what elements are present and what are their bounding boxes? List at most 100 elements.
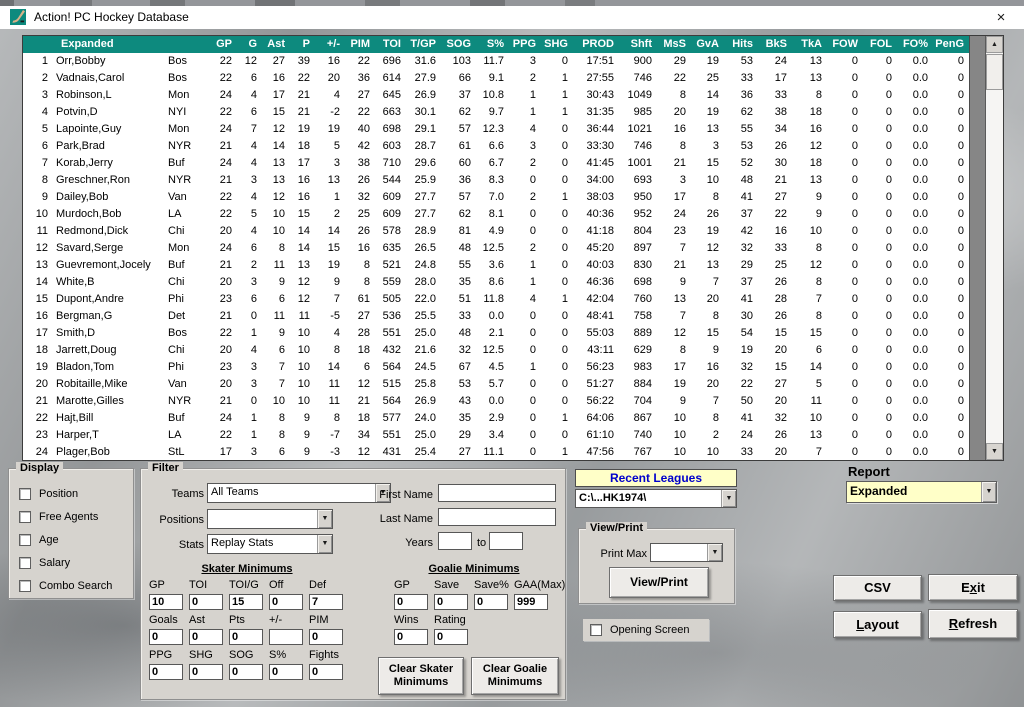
player-row[interactable]: 21Marotte,GillesNYR2101010112156426.9430… (23, 393, 969, 410)
minimum-input-toi-g[interactable] (229, 594, 263, 610)
checkbox[interactable] (19, 488, 31, 500)
display-option-free-agents[interactable]: Free Agents (19, 506, 133, 528)
column-header-g[interactable]: G (238, 36, 263, 53)
column-header-expanded[interactable]: Expanded (23, 36, 208, 53)
checkbox[interactable] (19, 511, 31, 523)
player-row[interactable]: 13Guevremont,JocelyBuf212111319852124.85… (23, 257, 969, 274)
refresh-button[interactable]: Refresh (928, 609, 1018, 639)
column-header-mss[interactable]: MsS (658, 36, 692, 53)
scroll-up-button[interactable]: ▲ (986, 36, 1003, 53)
minimum-input-sog[interactable] (229, 664, 263, 680)
column-header-prod[interactable]: PROD (574, 36, 620, 53)
chevron-down-icon[interactable]: ▼ (317, 510, 332, 528)
clear-goalie-minimums-button[interactable]: Clear Goalie Minimums (471, 657, 559, 695)
minimum-input-wins[interactable] (394, 629, 428, 645)
column-header-bks[interactable]: BkS (759, 36, 793, 53)
column-header-peng[interactable]: PenG (934, 36, 970, 53)
minimum-input-s[interactable] (269, 664, 303, 680)
first-name-input[interactable] (438, 484, 556, 502)
column-header-gp[interactable]: GP (208, 36, 238, 53)
player-row[interactable]: 1Orr,BobbyBos22122739162269631.610311.73… (23, 53, 969, 70)
positions-dropdown[interactable]: ▼ (207, 509, 333, 529)
last-name-input[interactable] (438, 508, 556, 526)
player-row[interactable]: 3Robinson,LMon244172142764526.93710.8113… (23, 87, 969, 104)
recent-leagues-dropdown[interactable]: C:\...HK1974\ ▼ (575, 489, 737, 508)
checkbox[interactable] (19, 557, 31, 569)
player-row[interactable]: 10Murdoch,BobLA225101522560927.7628.1004… (23, 206, 969, 223)
column-header-t-gp[interactable]: T/GP (407, 36, 442, 53)
display-option-position[interactable]: Position (19, 483, 133, 505)
player-row[interactable]: 20Robitaille,MikeVan203710111251525.8535… (23, 376, 969, 393)
column-header-fol[interactable]: FOL (864, 36, 898, 53)
player-row[interactable]: 18Jarrett,DougChi20461081843221.63212.50… (23, 342, 969, 359)
minimum-input-gp[interactable] (149, 594, 183, 610)
scrollbar-thumb[interactable] (986, 54, 1003, 90)
minimum-input-shg[interactable] (189, 664, 223, 680)
column-header-hits[interactable]: Hits (725, 36, 759, 53)
minimum-input-ast[interactable] (189, 629, 223, 645)
player-row[interactable]: 17Smith,DBos22191042855125.0482.10055:03… (23, 325, 969, 342)
column-header-fow[interactable]: FOW (828, 36, 864, 53)
minimum-input-rating[interactable] (434, 629, 468, 645)
minimum-input-toi[interactable] (189, 594, 223, 610)
years-from-input[interactable] (438, 532, 472, 550)
chevron-down-icon[interactable]: ▼ (317, 535, 332, 553)
player-row[interactable]: 5Lapointe,GuyMon2471219194069829.15712.3… (23, 121, 969, 138)
minimum-input-gp[interactable] (394, 594, 428, 610)
player-row[interactable]: 16Bergman,GDet2101111-52753625.5330.0004… (23, 308, 969, 325)
exit-button[interactable]: Exit (928, 574, 1018, 601)
player-row[interactable]: 6Park,BradNYR214141854260328.7616.63033:… (23, 138, 969, 155)
column-header-s[interactable]: S% (477, 36, 510, 53)
column-header-tka[interactable]: TkA (793, 36, 828, 53)
minimum-input-col[interactable] (269, 629, 303, 645)
player-row[interactable]: 2Vadnais,CarolBos2261622203661427.9669.1… (23, 70, 969, 87)
column-header-col[interactable]: +/- (316, 36, 346, 53)
column-header-ppg[interactable]: PPG (510, 36, 542, 53)
column-header-pim[interactable]: PIM (346, 36, 376, 53)
player-row[interactable]: 22Hajt,BillBuf2418981857724.0352.90164:0… (23, 410, 969, 427)
view-print-button[interactable]: View/Print (609, 567, 709, 598)
player-row[interactable]: 11Redmond,DickChi2041014142657828.9814.9… (23, 223, 969, 240)
chevron-down-icon[interactable]: ▼ (721, 490, 736, 507)
column-header-shft[interactable]: Shft (620, 36, 658, 53)
stats-dropdown[interactable]: Replay Stats ▼ (207, 534, 333, 554)
vertical-scrollbar[interactable]: ▲ ▼ (986, 36, 1003, 460)
opening-screen-checkbox[interactable] (590, 624, 602, 636)
layout-button[interactable]: Layout (833, 611, 922, 638)
clear-skater-minimums-button[interactable]: Clear Skater Minimums (378, 657, 464, 695)
checkbox[interactable] (19, 580, 31, 592)
minimum-input-ppg[interactable] (149, 664, 183, 680)
minimum-input-save[interactable] (474, 594, 508, 610)
display-option-combo-search[interactable]: Combo Search (19, 575, 133, 597)
player-row[interactable]: 4Potvin,DNYI2261521-22266330.1629.71131:… (23, 104, 969, 121)
print-max-dropdown[interactable]: ▼ (650, 543, 723, 562)
column-header-sog[interactable]: SOG (442, 36, 477, 53)
minimum-input-pts[interactable] (229, 629, 263, 645)
close-button[interactable]: × (984, 6, 1018, 29)
checkbox[interactable] (19, 534, 31, 546)
column-header-ast[interactable]: Ast (263, 36, 291, 53)
report-dropdown[interactable]: Expanded ▼ (846, 481, 997, 503)
minimum-input-def[interactable] (309, 594, 343, 610)
player-row[interactable]: 24Plager,BobStL17369-31243125.42711.1014… (23, 444, 969, 460)
minimum-input-fights[interactable] (309, 664, 343, 680)
minimum-input-off[interactable] (269, 594, 303, 610)
player-row[interactable]: 8Greschner,RonNYR2131316132654425.9368.3… (23, 172, 969, 189)
column-header-fo[interactable]: FO% (898, 36, 934, 53)
player-row[interactable]: 14White,BChi2039129855928.0358.61046:366… (23, 274, 969, 291)
opening-screen-option[interactable]: Opening Screen (583, 619, 709, 641)
minimum-input-goals[interactable] (149, 629, 183, 645)
column-header-shg[interactable]: SHG (542, 36, 574, 53)
csv-button[interactable]: CSV (833, 575, 922, 601)
player-row[interactable]: 15Dupont,AndrePhi23661276150522.05111.84… (23, 291, 969, 308)
column-header-toi[interactable]: TOI (376, 36, 407, 53)
column-header-gva[interactable]: GvA (692, 36, 725, 53)
player-row[interactable]: 9Dailey,BobVan224121613260927.7577.02138… (23, 189, 969, 206)
player-row[interactable]: 12Savard,SergeMon246814151663526.54812.5… (23, 240, 969, 257)
display-option-age[interactable]: Age (19, 529, 133, 551)
minimum-input-save[interactable] (434, 594, 468, 610)
display-option-salary[interactable]: Salary (19, 552, 133, 574)
minimum-input-gaa-max[interactable] (514, 594, 548, 610)
years-to-input[interactable] (489, 532, 523, 550)
minimum-input-pim[interactable] (309, 629, 343, 645)
